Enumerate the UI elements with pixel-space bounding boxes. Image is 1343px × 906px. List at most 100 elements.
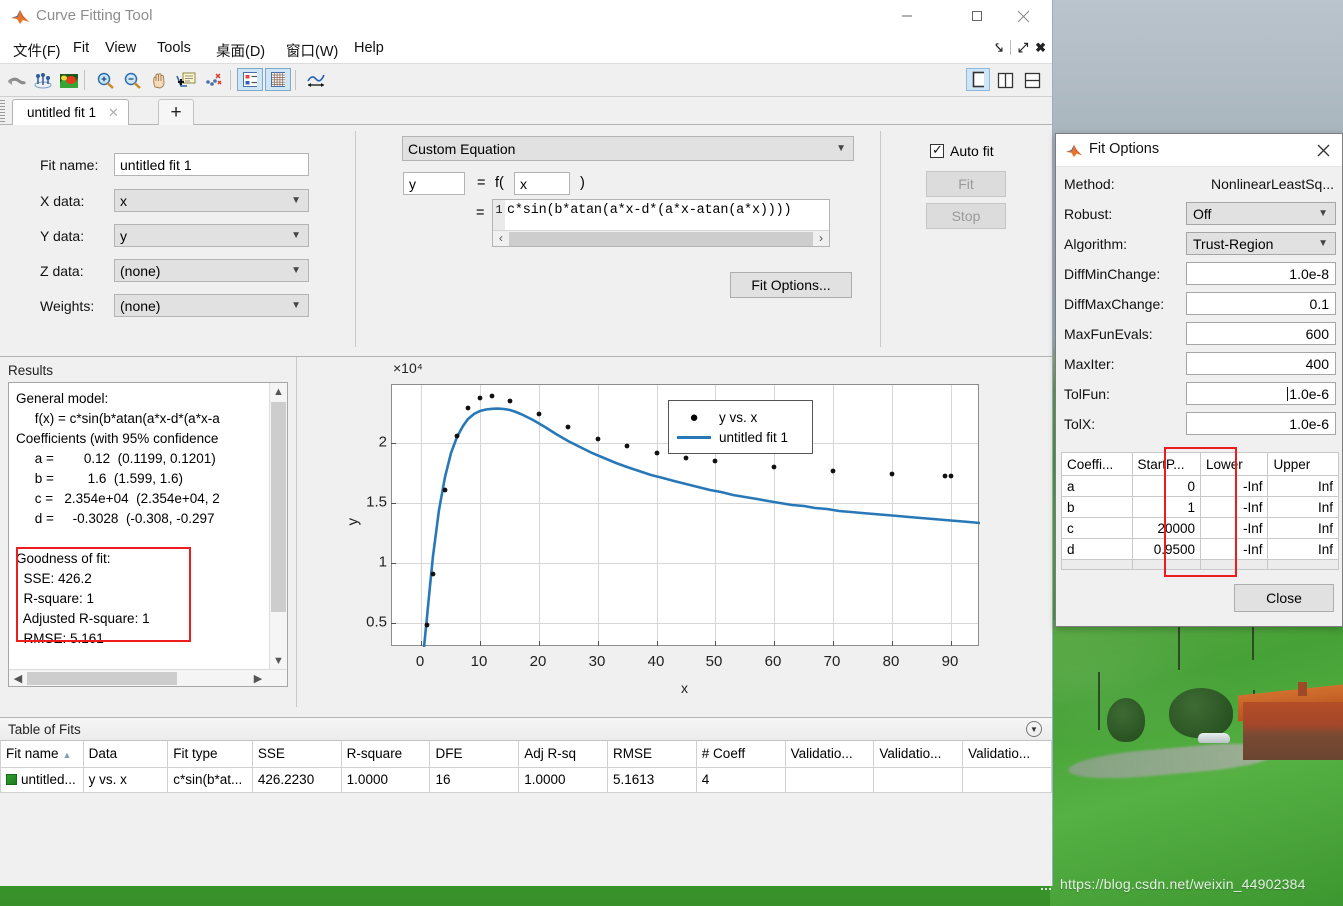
dependent-var-input[interactable]: y xyxy=(403,172,465,195)
coef-upper[interactable]: Inf xyxy=(1267,538,1339,560)
fit-button[interactable]: Fit xyxy=(926,171,1006,197)
exclude-outliers-icon[interactable] xyxy=(201,68,227,93)
equation-hscrollbar[interactable]: ‹ › xyxy=(493,230,829,246)
coef-lower[interactable]: -Inf xyxy=(1199,496,1269,518)
column-header-dfe[interactable]: DFE xyxy=(429,741,520,768)
coef-row[interactable]: a 0 -Inf Inf xyxy=(1061,475,1339,497)
table-row[interactable]: untitled... y vs. x c*sin(b*at... 426.22… xyxy=(0,766,1052,793)
diffminchange-input[interactable]: 1.0e-8 xyxy=(1186,262,1336,285)
stop-button[interactable]: Stop xyxy=(926,203,1006,229)
layout-vsplit-icon[interactable] xyxy=(993,68,1017,92)
close-button[interactable]: Close xyxy=(1234,584,1334,612)
column-header-fit-name[interactable]: Fit name ▲ xyxy=(0,741,84,768)
coef-startpoint[interactable]: 1 xyxy=(1131,496,1201,518)
fit-curve-icon[interactable] xyxy=(4,68,30,93)
checkbox-icon[interactable] xyxy=(930,142,944,158)
scroll-thumb[interactable] xyxy=(509,231,813,246)
column-header-validation-1[interactable]: Validatio... xyxy=(784,741,875,768)
scroll-right-icon[interactable]: › xyxy=(813,232,829,246)
chevron-down-icon[interactable]: ▼ xyxy=(1026,721,1042,737)
coef-lower[interactable]: -Inf xyxy=(1199,538,1269,560)
popout-icon[interactable]: ⤢ xyxy=(1018,41,1028,54)
results-hscrollbar[interactable]: ◀ ▶ xyxy=(9,669,287,686)
column-header-data[interactable]: Data xyxy=(82,741,169,768)
minimize-button[interactable] xyxy=(884,0,930,32)
coef-startpoint[interactable]: 0.9500 xyxy=(1131,538,1201,560)
coef-lower[interactable]: -Inf xyxy=(1199,517,1269,539)
column-header-adj-r-sq[interactable]: Adj R-sq xyxy=(518,741,609,768)
coef-startpoint[interactable]: 20000 xyxy=(1131,517,1201,539)
chart-legend[interactable]: ● y vs. x untitled fit 1 xyxy=(668,400,813,454)
column-header-num-coeff[interactable]: # Coeff xyxy=(695,741,786,768)
grid-toggle-icon[interactable] xyxy=(265,68,291,91)
coefficients-table[interactable]: Coeffi... StartP... Lower Upper a 0 -Inf… xyxy=(1061,452,1339,570)
column-header-fit-type[interactable]: Fit type xyxy=(167,741,253,768)
weights-select[interactable]: (none) ▼ xyxy=(114,294,309,317)
scroll-right-icon[interactable]: ▶ xyxy=(249,672,267,685)
column-header-rmse[interactable]: RMSE xyxy=(607,741,697,768)
close-window-button[interactable] xyxy=(1000,0,1046,32)
column-header-sse[interactable]: SSE xyxy=(251,741,342,768)
custom-equation-editor[interactable]: 1 c*sin(b*atan(a*x-d*(a*x-atan(a*x)))) ‹… xyxy=(492,199,830,247)
fit-options-button[interactable]: Fit Options... xyxy=(730,272,852,298)
coef-upper[interactable]: Inf xyxy=(1267,475,1339,497)
zoom-in-icon[interactable] xyxy=(92,68,118,93)
scroll-thumb[interactable] xyxy=(27,671,177,685)
undock-icon[interactable]: ⤥ xyxy=(995,41,1002,54)
coef-upper[interactable]: Inf xyxy=(1267,496,1339,518)
coef-row[interactable]: c 20000 -Inf Inf xyxy=(1061,517,1339,539)
surface-plot-icon[interactable] xyxy=(56,68,82,93)
results-vscrollbar[interactable]: ▲ ▼ xyxy=(269,383,287,669)
scroll-thumb[interactable] xyxy=(271,402,286,612)
y-data-select[interactable]: y ▼ xyxy=(114,224,309,247)
algorithm-select[interactable]: Trust-Region ▼ xyxy=(1186,232,1336,255)
results-box[interactable]: General model: f(x) = c*sin(b*atan(a*x-d… xyxy=(8,382,288,687)
menu-tools[interactable]: Tools xyxy=(152,39,196,57)
table-of-fits[interactable]: Fit name ▲ Data Fit type SSE R-square DFE… xyxy=(0,741,1052,793)
zoom-out-icon[interactable] xyxy=(119,68,145,93)
tab-untitled-fit-1[interactable]: untitled fit 1 ✕ xyxy=(12,99,129,125)
coef-lower[interactable]: -Inf xyxy=(1199,475,1269,497)
scroll-left-icon[interactable]: ‹ xyxy=(493,232,509,246)
chart-axes[interactable]: ● y vs. x untitled fit 1 xyxy=(391,384,980,647)
x-data-select[interactable]: x ▼ xyxy=(114,189,309,212)
data-cursor-icon[interactable] xyxy=(173,68,199,93)
coef-upper[interactable]: Inf xyxy=(1267,517,1339,539)
tolfun-input[interactable]: 1.0e-6 xyxy=(1186,382,1336,405)
add-fit-tab-button[interactable]: + xyxy=(158,99,194,125)
fit-type-select[interactable]: Custom Equation ▼ xyxy=(402,136,854,161)
coef-startpoint[interactable]: 0 xyxy=(1131,475,1201,497)
maximize-button[interactable] xyxy=(954,0,1000,32)
robust-select[interactable]: Off ▼ xyxy=(1186,202,1336,225)
scroll-down-icon[interactable]: ▼ xyxy=(270,652,287,669)
menu-window[interactable]: 窗口(W) xyxy=(281,39,343,62)
layout-hsplit-icon[interactable] xyxy=(1020,68,1044,92)
coef-row[interactable]: d 0.9500 -Inf Inf xyxy=(1061,538,1339,560)
coef-column-coefficient[interactable]: Coeffi... xyxy=(1061,452,1133,476)
plot-area[interactable]: ×10⁴ y x ● y vs. x untitled fit 1 0 10 2… xyxy=(296,357,1052,707)
coef-column-upper[interactable]: Upper xyxy=(1267,452,1339,476)
scroll-left-icon[interactable]: ◀ xyxy=(9,672,27,685)
menu-desktop[interactable]: 桌面(D) xyxy=(211,39,270,62)
column-header-r-square[interactable]: R-square xyxy=(340,741,431,768)
legend-toggle-icon[interactable] xyxy=(237,68,263,91)
pan-icon[interactable] xyxy=(146,68,172,93)
menu-file[interactable]: 文件(F) xyxy=(8,39,66,62)
coef-row[interactable]: b 1 -Inf Inf xyxy=(1061,496,1339,518)
axes-limits-icon[interactable] xyxy=(303,68,329,93)
coef-column-startpoint[interactable]: StartP... xyxy=(1131,452,1201,476)
auto-fit-row[interactable]: Auto fit xyxy=(930,142,994,159)
column-header-validation-3[interactable]: Validatio... xyxy=(962,741,1052,768)
tolx-input[interactable]: 1.0e-6 xyxy=(1186,412,1336,435)
maxiter-input[interactable]: 400 xyxy=(1186,352,1336,375)
fit-name-input[interactable]: untitled fit 1 xyxy=(114,153,309,176)
maxfunevals-input[interactable]: 600 xyxy=(1186,322,1336,345)
menu-help[interactable]: Help xyxy=(349,39,389,57)
z-data-select[interactable]: (none) ▼ xyxy=(114,259,309,282)
close-dialog-button[interactable] xyxy=(1313,140,1333,160)
independent-var-input[interactable]: x xyxy=(514,172,570,195)
column-header-validation-2[interactable]: Validatio... xyxy=(873,741,964,768)
close-icon[interactable]: ✕ xyxy=(108,105,119,121)
menu-view[interactable]: View xyxy=(100,39,141,57)
data-points-icon[interactable] xyxy=(30,68,56,93)
